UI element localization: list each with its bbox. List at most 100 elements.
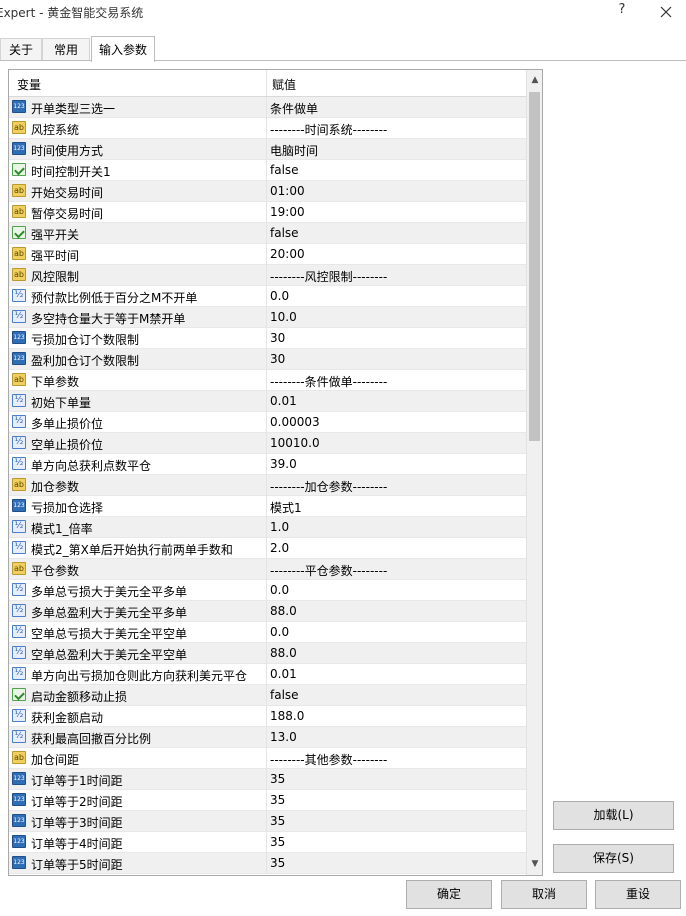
scroll-down-icon[interactable]: ▼: [527, 856, 542, 873]
param-value[interactable]: 35: [270, 835, 285, 849]
table-row[interactable]: 订单等于3时间距 35: [9, 811, 526, 832]
param-value[interactable]: 10.0: [270, 310, 297, 324]
param-value[interactable]: 10010.0: [270, 436, 320, 450]
double-type-icon: [12, 541, 26, 554]
table-row[interactable]: 盈利加仓订个数限制 30: [9, 349, 526, 370]
table-row[interactable]: 订单等于2时间距 35: [9, 790, 526, 811]
table-row[interactable]: 时间控制开关1 false: [9, 160, 526, 181]
param-value[interactable]: 88.0: [270, 604, 297, 618]
scroll-up-icon[interactable]: ▲: [527, 72, 542, 89]
table-row[interactable]: 时间使用方式 电脑时间: [9, 139, 526, 160]
table-row[interactable]: 多单止损价位 0.00003: [9, 412, 526, 433]
param-value[interactable]: 0.0: [270, 583, 289, 597]
tab-common[interactable]: 常用: [42, 38, 90, 60]
param-value[interactable]: --------其他参数--------: [270, 751, 387, 768]
param-value[interactable]: 188.0: [270, 709, 304, 723]
cancel-button[interactable]: 取消: [501, 880, 587, 909]
param-value[interactable]: 35: [270, 772, 285, 786]
param-name: 风控限制: [31, 270, 80, 284]
table-row[interactable]: 亏损加仓选择 模式1: [9, 496, 526, 517]
param-value[interactable]: 30: [270, 352, 285, 366]
table-row[interactable]: 订单等于4时间距 35: [9, 832, 526, 853]
table-row[interactable]: 风控限制 --------风控限制--------: [9, 265, 526, 286]
tab-about[interactable]: 关于: [0, 38, 42, 60]
table-row[interactable]: 获利最高回撤百分比例 13.0: [9, 727, 526, 748]
param-value[interactable]: --------平仓参数--------: [270, 562, 387, 579]
table-row[interactable]: 强平开关 false: [9, 223, 526, 244]
param-value[interactable]: 39.0: [270, 457, 297, 471]
param-value[interactable]: false: [270, 163, 299, 177]
string-type-icon: [12, 247, 26, 260]
table-row[interactable]: 单方向总获利点数平仓 39.0: [9, 454, 526, 475]
table-row[interactable]: 空单止损价位 10010.0: [9, 433, 526, 454]
param-value[interactable]: false: [270, 688, 299, 702]
table-row[interactable]: 订单等于5时间距 35: [9, 853, 526, 874]
param-value[interactable]: 0.01: [270, 394, 297, 408]
param-value[interactable]: 2.0: [270, 541, 289, 555]
table-row[interactable]: 加仓间距 --------其他参数--------: [9, 748, 526, 769]
param-value[interactable]: false: [270, 226, 299, 240]
table-row[interactable]: 多单总亏损大于美元全平多单 0.0: [9, 580, 526, 601]
vertical-scrollbar[interactable]: ▲ ▼: [526, 70, 542, 875]
param-value[interactable]: 条件做单: [270, 100, 318, 117]
close-button[interactable]: [656, 2, 676, 22]
param-value[interactable]: --------条件做单--------: [270, 373, 387, 390]
table-row[interactable]: 模式2_第X单后开始执行前两单手数和 2.0: [9, 538, 526, 559]
param-value[interactable]: 30: [270, 331, 285, 345]
table-row[interactable]: 预付款比例低于百分之M不开单 0.0: [9, 286, 526, 307]
param-value[interactable]: 0.00003: [270, 415, 320, 429]
param-value[interactable]: 电脑时间: [270, 142, 318, 159]
header-variable[interactable]: 变量: [17, 76, 41, 93]
param-name: 模式2_第X单后开始执行前两单手数和: [31, 543, 233, 557]
table-row[interactable]: 订单等于1时间距 35: [9, 769, 526, 790]
param-value[interactable]: 35: [270, 856, 285, 870]
table-row[interactable]: 多空持仓量大于等于M禁开单 10.0: [9, 307, 526, 328]
table-row[interactable]: 加仓参数 --------加仓参数--------: [9, 475, 526, 496]
param-value[interactable]: 35: [270, 814, 285, 828]
table-row[interactable]: 强平时间 20:00: [9, 244, 526, 265]
header-value[interactable]: 赋值: [272, 76, 296, 93]
param-value[interactable]: 19:00: [270, 205, 305, 219]
param-value[interactable]: 13.0: [270, 730, 297, 744]
ok-button[interactable]: 确定: [406, 880, 492, 909]
column-divider: [266, 538, 267, 559]
param-value[interactable]: --------风控限制--------: [270, 268, 387, 285]
table-row[interactable]: 下单参数 --------条件做单--------: [9, 370, 526, 391]
load-button[interactable]: 加载(L): [553, 801, 674, 830]
double-type-icon: [12, 730, 26, 743]
table-row[interactable]: 亏损加仓订个数限制 30: [9, 328, 526, 349]
table-row[interactable]: 平仓参数 --------平仓参数--------: [9, 559, 526, 580]
param-value[interactable]: --------时间系统--------: [270, 121, 387, 138]
table-row[interactable]: 空单总亏损大于美元全平空单 0.0: [9, 622, 526, 643]
table-row[interactable]: 初始下单量 0.01: [9, 391, 526, 412]
param-value[interactable]: 模式1: [270, 499, 302, 516]
param-value[interactable]: 20:00: [270, 247, 305, 261]
param-value[interactable]: 88.0: [270, 646, 297, 660]
param-value[interactable]: 01:00: [270, 184, 305, 198]
header-divider[interactable]: [266, 70, 267, 96]
tab-inputs[interactable]: 输入参数: [91, 36, 155, 62]
table-row[interactable]: 模式1_倍率 1.0: [9, 517, 526, 538]
param-value[interactable]: 35: [270, 793, 285, 807]
int-type-icon: [12, 793, 26, 806]
param-value[interactable]: 0.01: [270, 667, 297, 681]
table-row[interactable]: 风控系统 --------时间系统--------: [9, 118, 526, 139]
table-row[interactable]: 获利金额启动 188.0: [9, 706, 526, 727]
reset-button[interactable]: 重设: [595, 880, 681, 909]
int-type-icon: [12, 772, 26, 785]
help-button[interactable]: ?: [614, 2, 630, 22]
table-row[interactable]: 空单总盈利大于美元全平空单 88.0: [9, 643, 526, 664]
param-value[interactable]: 0.0: [270, 625, 289, 639]
table-row[interactable]: 多单总盈利大于美元全平多单 88.0: [9, 601, 526, 622]
column-divider: [266, 622, 267, 643]
table-row[interactable]: 启动金额移动止损 false: [9, 685, 526, 706]
save-button[interactable]: 保存(S): [553, 844, 674, 873]
scroll-thumb[interactable]: [529, 92, 540, 441]
param-value[interactable]: 1.0: [270, 520, 289, 534]
table-row[interactable]: 单方向出亏损加仓则此方向获利美元平仓 0.01: [9, 664, 526, 685]
table-row[interactable]: 开单类型三选一 条件做单: [9, 97, 526, 118]
param-value[interactable]: --------加仓参数--------: [270, 478, 387, 495]
table-row[interactable]: 暂停交易时间 19:00: [9, 202, 526, 223]
table-row[interactable]: 开始交易时间 01:00: [9, 181, 526, 202]
param-value[interactable]: 0.0: [270, 289, 289, 303]
